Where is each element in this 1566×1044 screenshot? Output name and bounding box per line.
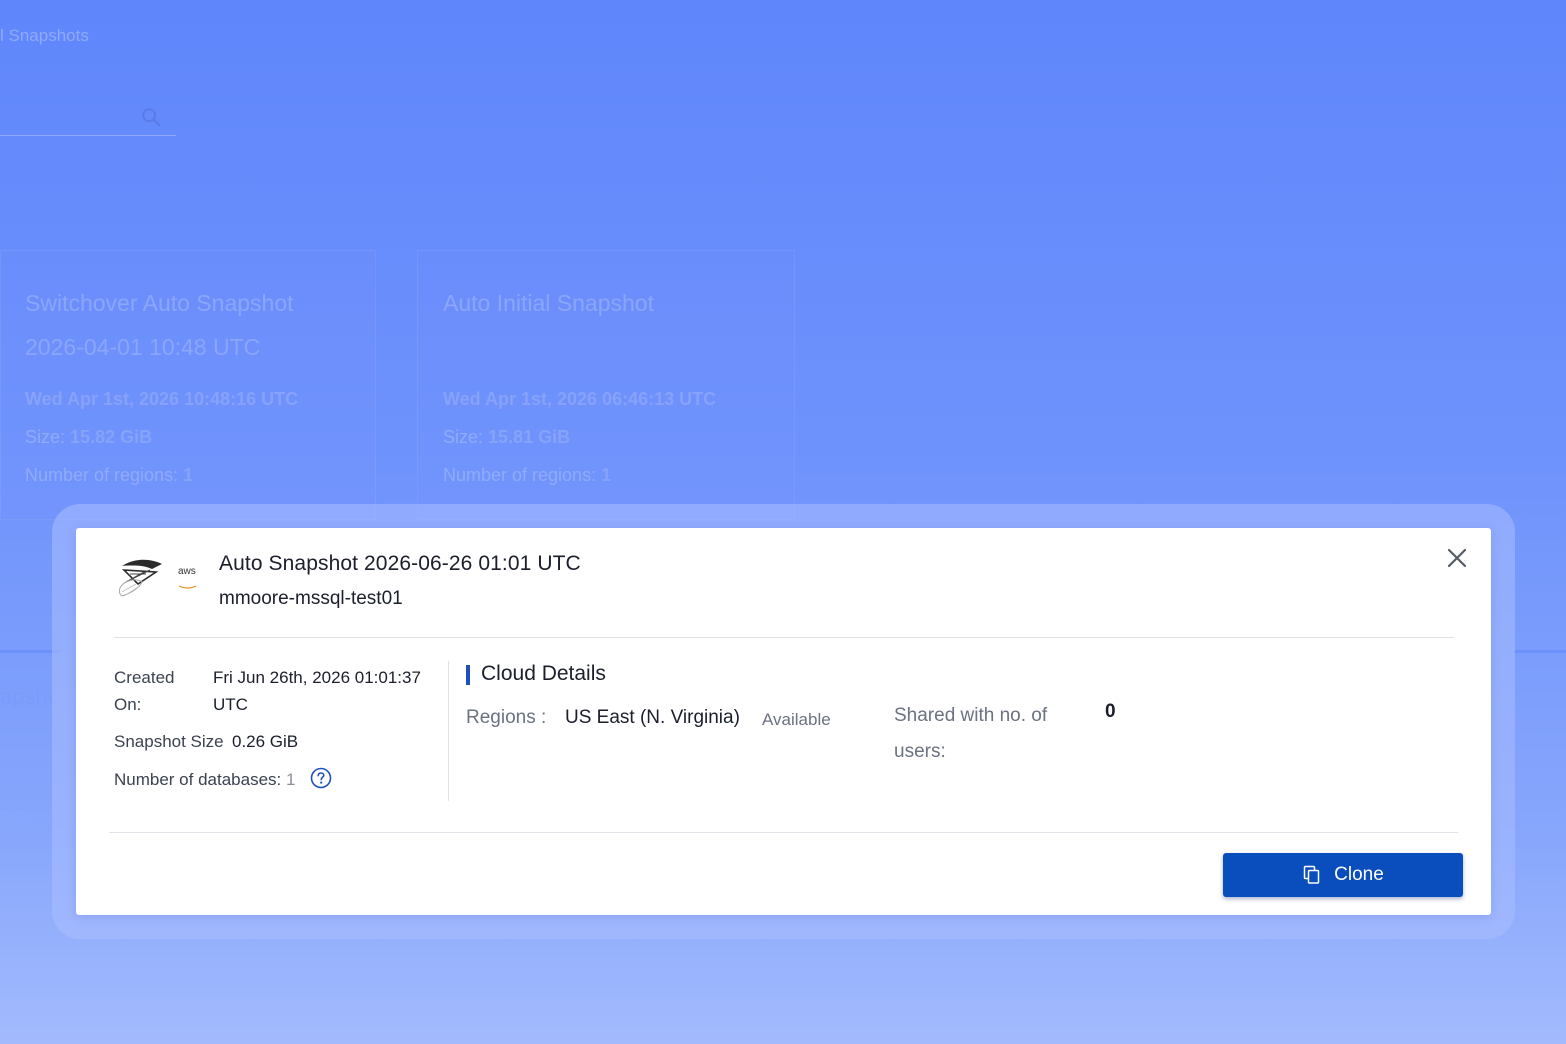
size-label: Size: xyxy=(443,427,484,447)
modal-footer-divider xyxy=(109,832,1458,833)
number-of-databases-value: 1 xyxy=(286,770,296,789)
background-divider xyxy=(0,650,60,653)
regions-value: 1 xyxy=(601,465,612,485)
snapshot-card-title: Auto Initial Snapshot xyxy=(443,290,654,316)
region-status: Available xyxy=(762,710,831,729)
regions-label: Regions : xyxy=(466,707,547,728)
number-of-databases: Number of databases: 1 xyxy=(114,766,295,793)
modal-divider xyxy=(114,637,1454,638)
modal-subtitle: mmoore-mssql-test01 xyxy=(219,588,403,609)
size-value: 15.82 GiB xyxy=(70,427,153,447)
created-on-value: Fri Jun 26th, 2026 01:01:37 UTC xyxy=(213,668,421,714)
snapshot-details-modal: aws Auto Snapshot 2026-06-26 01:01 UTC m… xyxy=(76,528,1491,915)
background-card-title-fragment: apsho xyxy=(0,684,60,709)
search-input[interactable] xyxy=(0,100,176,136)
snapshot-card-regions: Number of regions: 1 xyxy=(443,465,611,486)
regions-value: US East (N. Virginia) xyxy=(565,707,740,728)
shared-users-label: Shared with no. of users: xyxy=(894,705,1048,762)
snapshot-card[interactable]: Auto Initial Snapshot Wed Apr 1st, 2026 … xyxy=(417,250,795,520)
snapshot-size-value: 0.26 GiB xyxy=(232,732,299,751)
regions-label: Number of regions: xyxy=(25,465,179,485)
search-icon[interactable] xyxy=(140,106,162,128)
breadcrumb[interactable]: l Snapshots xyxy=(0,26,89,46)
snapshot-card-title: Switchover Auto Snapshot 2026-04-01 10:4… xyxy=(25,290,294,360)
snapshot-size-label: Snapshot Size xyxy=(114,732,224,751)
snapshot-card-date: Wed Apr 1st, 2026 06:46:13 UTC xyxy=(443,389,717,409)
help-icon[interactable] xyxy=(310,767,332,789)
created-on-label: Created On: xyxy=(114,668,175,714)
regions-label: Number of regions: xyxy=(443,465,597,485)
close-icon[interactable] xyxy=(1445,546,1469,570)
section-accent-bar xyxy=(466,665,470,685)
copy-icon xyxy=(1303,865,1320,884)
background-divider xyxy=(1514,650,1566,653)
clone-button[interactable]: Clone xyxy=(1223,853,1463,897)
modal-title: Auto Snapshot 2026-06-26 01:01 UTC xyxy=(219,552,581,575)
snapshot-card-regions: Number of regions: 1 xyxy=(25,465,193,486)
aws-label: aws xyxy=(178,566,196,577)
cloud-details-title: Cloud Details xyxy=(481,662,606,685)
regions-value: 1 xyxy=(183,465,194,485)
snapshot-card-size: Size: 15.82 GiB xyxy=(25,427,152,448)
snapshot-card-size: Size: 15.81 GiB xyxy=(443,427,570,448)
number-of-databases-label: Number of databases: xyxy=(114,770,282,789)
shared-users-value: 0 xyxy=(1105,701,1116,722)
size-value: 15.81 GiB xyxy=(488,427,571,447)
background-card-text-fragment: TC xyxy=(0,808,27,830)
snapshot-card[interactable]: Switchover Auto Snapshot 2026-04-01 10:4… xyxy=(0,250,376,520)
size-label: Size: xyxy=(25,427,66,447)
column-divider xyxy=(448,661,449,801)
snapshot-card-date: Wed Apr 1st, 2026 10:48:16 UTC xyxy=(25,389,299,409)
clone-button-label: Clone xyxy=(1334,864,1384,885)
aws-icon: aws xyxy=(178,566,202,589)
sql-server-icon xyxy=(118,559,162,597)
